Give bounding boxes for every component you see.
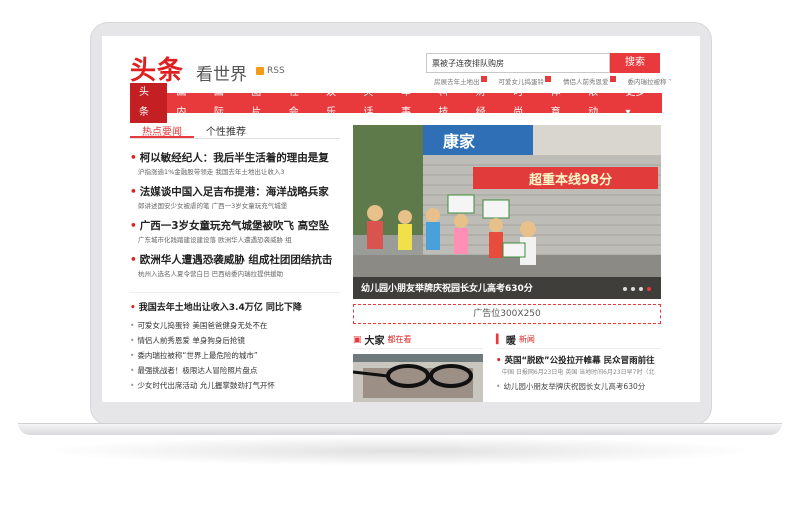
ad-placeholder[interactable]: 广告位300X250	[353, 304, 661, 324]
nav-item-more[interactable]: 更多 ▾	[616, 83, 661, 123]
warm-news-meta: 中国 日报网6月23日电 英国 当地时间6月23日早7时（北	[502, 369, 655, 376]
nav-item-finance[interactable]: 财经	[467, 83, 504, 123]
nav-item-society[interactable]: 社会	[280, 83, 317, 123]
nav-item-label: 图片	[251, 87, 262, 118]
rss-label: RSS	[267, 66, 285, 76]
photo-icon: ▣	[353, 334, 362, 345]
banner-text: 超重本线98分	[529, 172, 612, 188]
section-title-accent: 都在看	[387, 335, 412, 344]
headline-sub[interactable]: 杭州入选名人夏令营白日 巴西给委内瑞拉提供援助	[138, 268, 283, 278]
nav-item-jokes[interactable]: 笑话	[355, 83, 392, 123]
tab-recommend[interactable]: 个性推荐	[194, 119, 258, 138]
tab-hot-news[interactable]: 热点要闻	[130, 119, 194, 138]
list-item[interactable]: 我国去年土地出让收入3.4万亿 同比下降	[130, 300, 302, 313]
slider-dot[interactable]	[639, 287, 643, 291]
warm-news-item[interactable]: 幼儿园小朋友举牌庆祝园长女儿高考630分	[496, 381, 645, 392]
nav-item-label: 更多	[625, 87, 646, 98]
browser-screen: 头条 看世界 RSS 搜索 房展去年土地出 可爱女儿捣蛋铃 情侣人前秀恩爱 委内…	[102, 36, 700, 402]
slider-caption[interactable]: 幼儿园小朋友举牌庆祝园长女儿高考630分	[361, 281, 533, 294]
chevron-down-icon: ▾	[625, 107, 631, 118]
headline[interactable]: 柯以敏经纪人：我后半生活着的理由是复	[130, 150, 329, 165]
glasses-money-image	[353, 354, 483, 402]
warm-news-headline[interactable]: 英国“脱欧”公投拉开帷幕 民众冒雨前往	[496, 354, 654, 366]
headline[interactable]: 广西一3岁女童玩充气城堡被吹飞 高空坠	[130, 218, 329, 233]
section-title-warm-news: ▍ 暖 新闻	[496, 332, 535, 348]
site-logo[interactable]: 头条	[130, 50, 184, 87]
headline-sub[interactable]: 沪指涨逾1%金融股带领走 我国去年土地出让收入3	[138, 166, 285, 176]
list-item[interactable]: 委内瑞拉被称“世界上最危险的城市”	[130, 350, 257, 361]
hot-tag-icon	[609, 76, 616, 82]
divider	[353, 348, 483, 349]
shop-sign: 康家	[443, 132, 476, 151]
slider-dot-active[interactable]	[647, 287, 651, 291]
headline-sub[interactable]: 郎讲述国安少女被虐的笔 广西一3岁女童玩充气城堡	[138, 200, 287, 210]
site-logo-sub: 看世界	[196, 65, 247, 85]
nav-item-tech[interactable]: 科技	[429, 83, 466, 123]
divider	[130, 292, 340, 293]
laptop-base	[18, 423, 782, 435]
list-item[interactable]: 情侣人前秀恩爱 单身狗身后抢镜	[130, 335, 244, 346]
section-title-text: 大家	[364, 336, 385, 347]
section-title-text: 暖	[505, 336, 516, 347]
headline[interactable]: 法媒谈中国入足吉布提港：海洋战略兵家	[130, 184, 329, 199]
stage: 头条 看世界 RSS 搜索 房展去年土地出 可爱女儿捣蛋铃 情侣人前秀恩爱 委内…	[0, 0, 800, 512]
headline[interactable]: 欧洲华人遭遇恐袭威胁 组成社团团结抗击	[130, 252, 333, 267]
nav-item-home[interactable]: 头条	[130, 83, 168, 123]
nav-item-domestic[interactable]: 国内	[167, 83, 204, 123]
nav-item-fashion[interactable]: 时尚	[504, 83, 541, 123]
section-title-everyone: ▣ 大家 都在看	[353, 332, 412, 348]
nav-item-military[interactable]: 军事	[392, 83, 429, 123]
laptop-shadow	[40, 436, 760, 466]
hot-tag-icon	[480, 76, 487, 82]
divider	[496, 348, 661, 349]
hot-tag-icon	[545, 76, 551, 82]
search-input[interactable]	[426, 53, 610, 73]
section-title-accent: 新闻	[518, 335, 535, 344]
nav-item-entertainment[interactable]: 娱乐	[317, 83, 354, 123]
slider-photo[interactable]: 康家 超重本线98分 幼儿园小朋友举牌庆祝园长女儿高考630分	[353, 125, 661, 299]
search-button[interactable]: 搜索	[610, 53, 660, 73]
slider-image: 康家 超重本线98分	[353, 125, 661, 299]
slider-dot[interactable]	[623, 287, 627, 291]
list-item[interactable]: 可爱女儿捣蛋铃 美国爸爸健身无处不在	[130, 320, 267, 331]
nav-item-international[interactable]: 国际	[205, 83, 242, 123]
list-item[interactable]: 少女时代出席活动 允儿握掌鼓劲打气开怀	[130, 380, 274, 391]
bar-icon: ▍	[496, 334, 503, 345]
thumbnail-image[interactable]	[353, 354, 483, 402]
headline-sub[interactable]: 广东城市化践踏建设建设落 欧洲华人遭遇恐袭威胁 组	[138, 234, 292, 244]
slider-dots	[623, 287, 651, 291]
nav-item-pictures[interactable]: 图片 HOT	[242, 83, 282, 123]
list-item[interactable]: 最强挑战者！极限达人冒险照片盘点	[130, 365, 257, 376]
news-tabs: 热点要闻 个性推荐	[130, 119, 340, 139]
nav-item-sports[interactable]: 体育	[542, 83, 579, 123]
nav-item-rolling[interactable]: 滚动	[579, 83, 616, 123]
rss-icon	[256, 67, 264, 75]
slider-dot[interactable]	[631, 287, 635, 291]
rss-link[interactable]: RSS	[256, 66, 285, 76]
main-nav: 头条 国内 国际 图片 HOT 社会 娱乐 笑话 军事 科技 财经 时尚 体育 滚…	[130, 83, 662, 123]
